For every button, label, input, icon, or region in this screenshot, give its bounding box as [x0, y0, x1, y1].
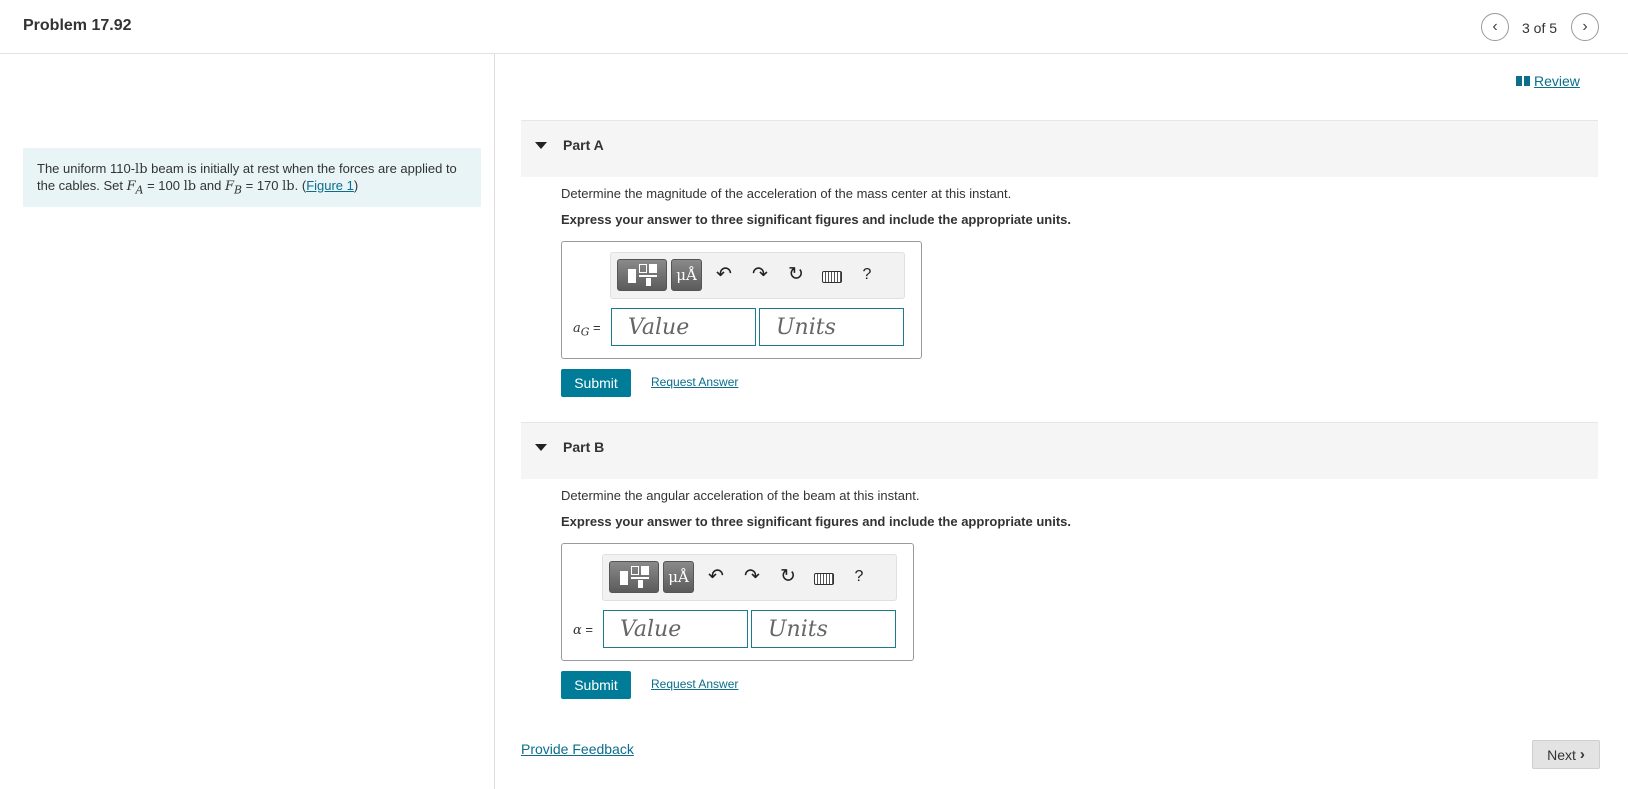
problem-statement: The uniform 110-lb beam is initially at …	[23, 148, 481, 207]
part-b-header[interactable]: Part B	[521, 422, 1598, 479]
variable-label-alpha: α =	[573, 622, 593, 638]
top-bar: Problem 17.92 ‹ 3 of 5 ›	[0, 0, 1628, 54]
review-label: Review	[1534, 73, 1580, 89]
part-a-submit-button[interactable]: Submit	[561, 369, 631, 397]
undo-icon[interactable]: ↶	[713, 264, 735, 286]
provide-feedback-link[interactable]: Provide Feedback	[521, 741, 634, 757]
undo-icon[interactable]: ↶	[705, 566, 727, 588]
reset-icon[interactable]: ↻	[777, 566, 799, 588]
units-button[interactable]: μÅ	[663, 561, 694, 593]
part-a-question: Determine the magnitude of the accelerat…	[561, 186, 1012, 201]
problem-title: Problem 17.92	[23, 17, 132, 34]
previous-problem-button[interactable]: ‹	[1481, 13, 1509, 41]
unit-lb: lb	[135, 162, 148, 177]
templates-button[interactable]	[617, 259, 667, 291]
part-a-instruction: Express your answer to three significant…	[561, 212, 1071, 227]
redo-icon[interactable]: ↷	[749, 264, 771, 286]
part-b-request-answer-link[interactable]: Request Answer	[651, 677, 738, 691]
value-input[interactable]	[603, 610, 748, 648]
units-input[interactable]	[759, 308, 904, 346]
templates-button[interactable]	[609, 561, 659, 593]
part-b-submit-button[interactable]: Submit	[561, 671, 631, 699]
units-input[interactable]	[751, 610, 896, 648]
chevron-right-icon: ›	[1579, 746, 1585, 763]
next-label: Next	[1547, 746, 1576, 763]
part-b-instruction: Express your answer to three significant…	[561, 514, 1071, 529]
math-toolbar: μÅ ↶ ↷ ↻ ?	[610, 252, 905, 299]
help-icon[interactable]: ?	[856, 264, 878, 286]
chevron-left-icon: ‹	[1492, 18, 1498, 35]
part-a-header[interactable]: Part A	[521, 120, 1598, 177]
redo-icon[interactable]: ↷	[741, 566, 763, 588]
figure-link[interactable]: Figure 1	[306, 178, 354, 193]
units-button[interactable]: μÅ	[671, 259, 702, 291]
variable-label-ag: aG =	[573, 320, 601, 339]
templates-icon	[618, 566, 650, 588]
column-divider	[494, 54, 495, 789]
force-a-symbol: F	[126, 179, 136, 194]
templates-icon	[626, 264, 658, 286]
next-button[interactable]: Next ›	[1532, 740, 1600, 769]
force-b-symbol: F	[225, 179, 235, 194]
part-a-answer-box: μÅ ↶ ↷ ↻ ? aG =	[561, 241, 922, 359]
keyboard-icon[interactable]	[814, 573, 834, 585]
collapse-caret-icon[interactable]	[535, 142, 547, 149]
chevron-right-icon: ›	[1582, 18, 1588, 35]
keyboard-icon[interactable]	[822, 271, 842, 283]
problem-counter: 3 of 5	[1522, 20, 1558, 36]
part-b-question: Determine the angular acceleration of th…	[561, 488, 920, 503]
part-b-title: Part B	[563, 439, 605, 455]
value-input[interactable]	[611, 308, 756, 346]
part-a-request-answer-link[interactable]: Request Answer	[651, 375, 738, 389]
part-b-answer-box: μÅ ↶ ↷ ↻ ? α =	[561, 543, 914, 661]
reset-icon[interactable]: ↻	[785, 264, 807, 286]
math-toolbar: μÅ ↶ ↷ ↻ ?	[602, 554, 897, 601]
review-link[interactable]: Review	[1516, 73, 1580, 89]
book-icon	[1516, 76, 1530, 86]
part-a-title: Part A	[563, 137, 604, 153]
collapse-caret-icon[interactable]	[535, 444, 547, 451]
next-problem-button[interactable]: ›	[1571, 13, 1599, 41]
help-icon[interactable]: ?	[848, 566, 870, 588]
